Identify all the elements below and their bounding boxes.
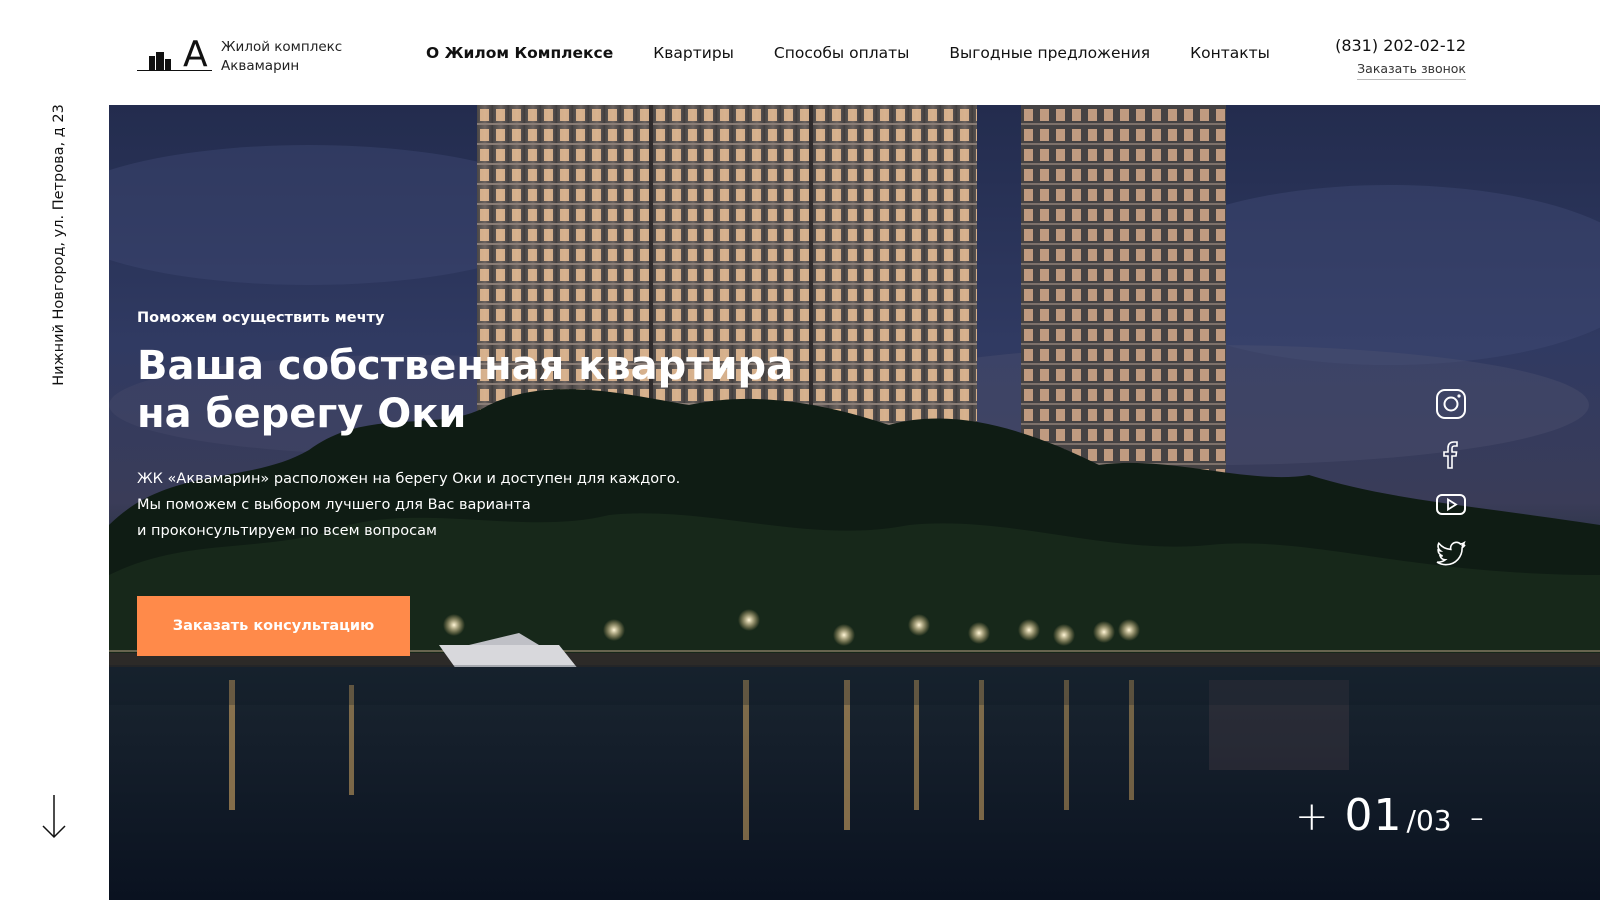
hero-eyebrow: Поможем осуществить мечту [137,310,385,326]
consultation-button[interactable]: Заказать консультацию [137,596,410,656]
hero-desc-line-2: Мы поможем с выбором лучшего для Вас вар… [137,497,531,513]
hero-desc-line-1: ЖК «Аквамарин» расположен на берегу Оки … [137,471,681,487]
instagram-icon[interactable] [1435,388,1467,420]
facebook-icon[interactable] [1435,438,1467,470]
hero-description: ЖК «Аквамарин» расположен на берегу Оки … [137,466,697,544]
social-links [1435,388,1467,588]
hero-section: Поможем осуществить мечту Ваша собственн… [109,105,1600,900]
youtube-icon[interactable] [1435,488,1467,520]
slide-current: 01 [1344,790,1403,841]
hero-desc-line-3: и проконсультируем по всем вопросам [137,523,437,539]
slide-counter: + 01 / 03 - [1295,790,1484,841]
nav-item-payment[interactable]: Способы оплаты [774,44,909,62]
hero-headline-line-1: Ваша собственная квартира [137,343,794,389]
phone-link[interactable]: (831) 202-02-12 [1335,36,1466,55]
logo-line-2: Аквамарин [221,58,300,74]
hero-headline: Ваша собственная квартира на берегу Оки [137,342,837,438]
main-nav: О Жилом Комплексе Квартиры Способы оплат… [426,44,1310,62]
logo-letter: A [183,34,208,75]
logo[interactable]: A Жилой комплекс Аквамарин [137,35,342,76]
hero-content: Поможем осуществить мечту Ваша собственн… [137,310,837,656]
address-label: Нижний Новгород, ул. Петрова, д 23 [51,104,67,386]
nav-item-contacts[interactable]: Контакты [1190,44,1270,62]
slide-next-button[interactable]: - [1470,797,1484,837]
logo-line-1: Жилой комплекс [221,39,343,55]
site-header: A Жилой комплекс Аквамарин О Жилом Компл… [0,0,1600,105]
slide-prev-button[interactable]: + [1295,797,1329,837]
hero-headline-line-2: на берегу Оки [137,391,467,437]
contact-block: (831) 202-02-12 Заказать звонок [1335,36,1466,80]
nav-item-about[interactable]: О Жилом Комплексе [426,44,613,62]
nav-item-apartments[interactable]: Квартиры [653,44,734,62]
slide-total: 03 [1415,804,1452,837]
callback-link[interactable]: Заказать звонок [1357,61,1466,80]
nav-item-offers[interactable]: Выгодные предложения [949,44,1150,62]
twitter-icon[interactable] [1435,538,1467,570]
slide-separator: / [1406,804,1416,837]
logo-text: Жилой комплекс Аквамарин [221,38,342,76]
arrow-down-icon[interactable] [41,795,67,839]
logo-mark: A [137,35,212,75]
